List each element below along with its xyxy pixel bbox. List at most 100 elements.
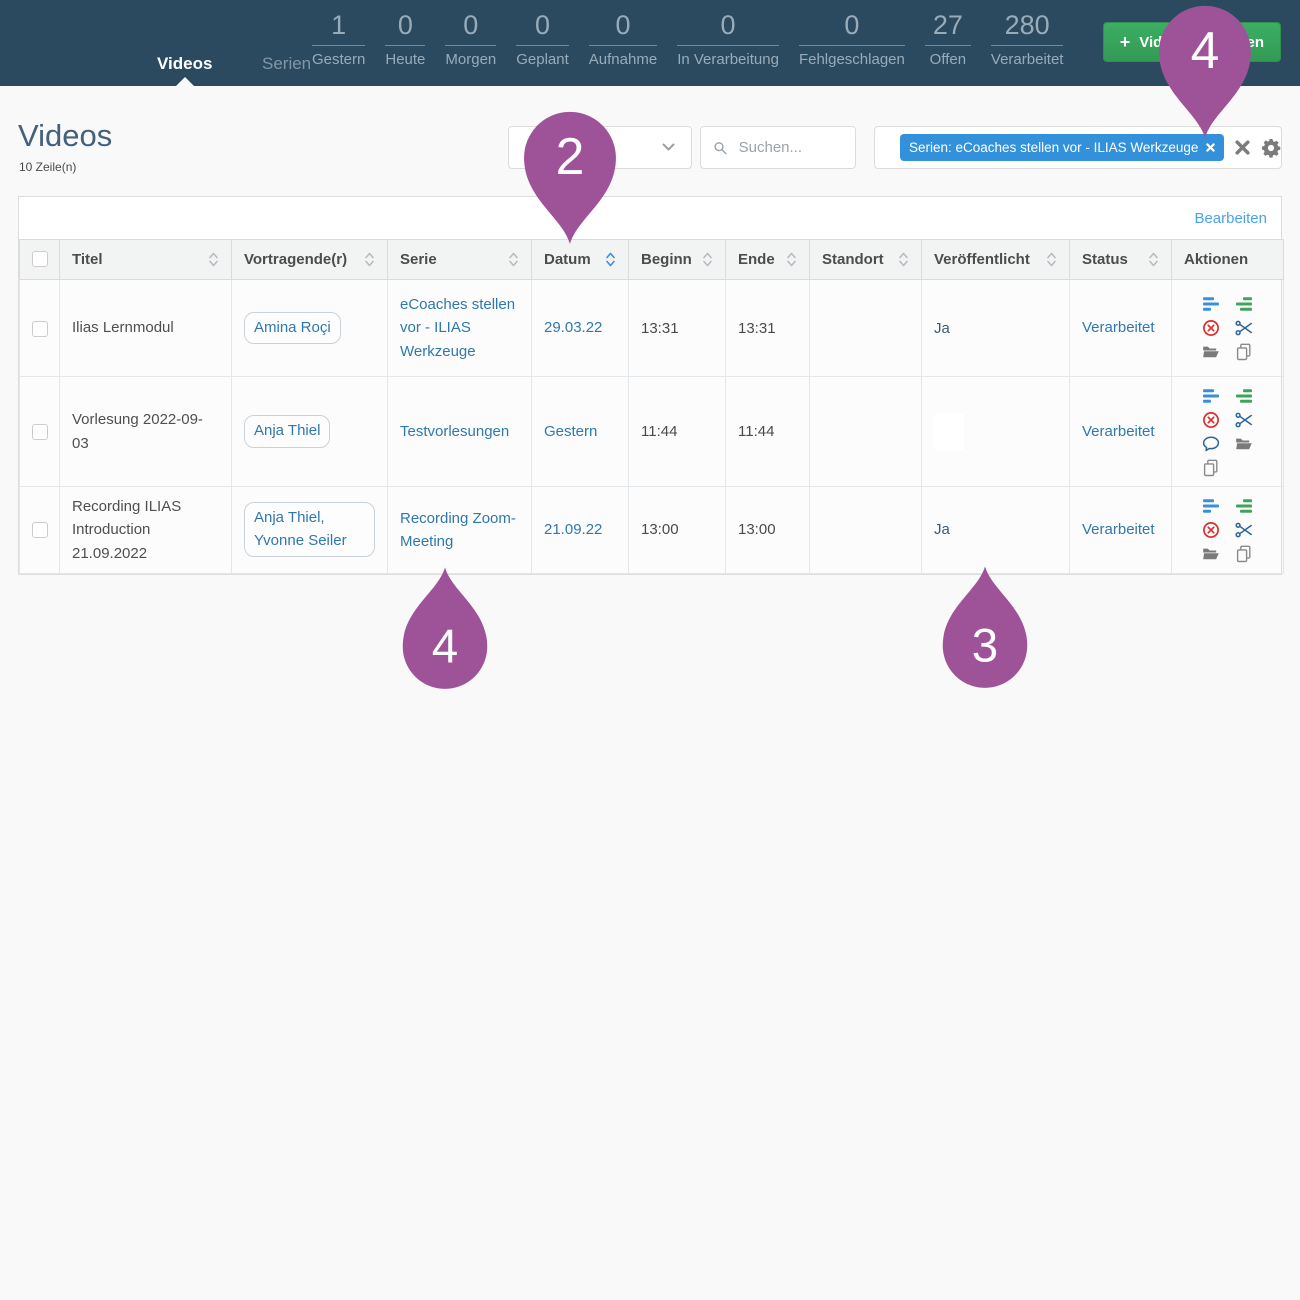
assets-folder-icon[interactable]	[1202, 545, 1220, 563]
nav-stat-in-verarbeitung[interactable]: 0In Verarbeitung	[677, 10, 779, 68]
sort-icon	[1046, 251, 1057, 268]
gear-icon[interactable]	[1261, 138, 1281, 158]
table-toolbar: Bearbeiten	[19, 197, 1281, 239]
edit-link[interactable]: Bearbeiten	[1194, 210, 1267, 227]
row-actions	[1184, 497, 1271, 563]
cut-icon[interactable]	[1235, 521, 1253, 539]
tab-videos-label: Videos	[157, 54, 212, 73]
column-header-veröffentlicht[interactable]: Veröffentlicht	[922, 240, 1070, 280]
stat-value: 27	[925, 10, 971, 46]
stat-value: 0	[677, 10, 779, 46]
marker-step-4-top: 4	[1157, 4, 1253, 138]
date-link[interactable]: Gestern	[544, 423, 597, 440]
sort-icon	[1148, 251, 1159, 268]
duplicate-icon[interactable]	[1202, 459, 1220, 477]
date-link[interactable]: 29.03.22	[544, 319, 602, 336]
nav-stats: 1Gestern0Heute0Morgen0Geplant0Aufnahme0I…	[312, 10, 1063, 68]
video-title: Recording ILIAS Introduction 21.09.2022	[72, 498, 181, 562]
sort-icon	[208, 251, 219, 268]
presenter-chip[interactable]: Anja Thiel	[244, 415, 330, 448]
nav-stat-fehlgeschlagen[interactable]: 0Fehlgeschlagen	[799, 10, 905, 68]
select-all-checkbox[interactable]	[32, 251, 48, 267]
nav-stat-gestern[interactable]: 1Gestern	[312, 10, 365, 68]
nav-stat-aufnahme[interactable]: 0Aufnahme	[589, 10, 657, 68]
column-header-beginn[interactable]: Beginn	[629, 240, 726, 280]
metadata-icon[interactable]	[1202, 387, 1220, 405]
status-link[interactable]: Verarbeitet	[1082, 423, 1155, 440]
stat-label: Aufnahme	[589, 46, 657, 68]
column-label: Standort	[822, 251, 884, 268]
stat-value: 0	[385, 10, 425, 46]
row-actions	[1184, 295, 1271, 361]
column-header-standort[interactable]: Standort	[810, 240, 922, 280]
remove-filter-icon[interactable]	[1206, 143, 1215, 152]
status-link[interactable]: Verarbeitet	[1082, 319, 1155, 336]
row-count: 10 Zeile(n)	[19, 160, 76, 174]
column-label: Ende	[738, 251, 775, 268]
publications-icon[interactable]	[1235, 387, 1253, 405]
sort-icon	[605, 251, 616, 268]
table-row: Vorlesung 2022-09-03Anja ThielTestvorles…	[20, 377, 1284, 487]
start-time: 11:44	[641, 423, 677, 440]
assets-folder-icon[interactable]	[1235, 435, 1253, 453]
marker-step-3-bottom: 3	[941, 566, 1029, 690]
publications-icon[interactable]	[1235, 295, 1253, 313]
tab-videos[interactable]: Videos	[157, 54, 212, 74]
column-label: Veröffentlicht	[934, 251, 1030, 268]
row-checkbox[interactable]	[32, 321, 48, 337]
duplicate-icon[interactable]	[1235, 545, 1253, 563]
column-header-status[interactable]: Status	[1070, 240, 1172, 280]
tab-serien[interactable]: Serien	[262, 54, 311, 74]
active-filter-chip[interactable]: Serien: eCoaches stellen vor - ILIAS Wer…	[900, 134, 1224, 161]
row-checkbox[interactable]	[32, 522, 48, 538]
marker-step-2: 2	[522, 110, 618, 244]
column-header-vortragende-r[interactable]: Vortragende(r)	[232, 240, 388, 280]
assets-folder-icon[interactable]	[1202, 343, 1220, 361]
delete-icon[interactable]	[1202, 521, 1220, 539]
chevron-down-icon	[662, 143, 675, 152]
column-header-serie[interactable]: Serie	[388, 240, 532, 280]
start-time: 13:31	[641, 320, 679, 337]
nav-stat-morgen[interactable]: 0Morgen	[445, 10, 496, 68]
series-link[interactable]: Testvorlesungen	[400, 423, 509, 440]
stat-value: 1	[312, 10, 365, 46]
stat-label: Morgen	[445, 46, 496, 68]
publications-icon[interactable]	[1235, 497, 1253, 515]
video-title: Ilias Lernmodul	[72, 319, 174, 336]
delete-icon[interactable]	[1202, 411, 1220, 429]
cut-icon[interactable]	[1235, 319, 1253, 337]
nav-stat-geplant[interactable]: 0Geplant	[516, 10, 569, 68]
clear-all-filters-icon[interactable]	[1235, 140, 1250, 155]
series-link[interactable]: eCoaches stellen vor - ILIAS Werkzeuge	[400, 296, 515, 360]
table-header-row: TitelVortragende(r)SerieDatumBeginn Ende S…	[20, 240, 1284, 280]
cut-icon[interactable]	[1235, 411, 1253, 429]
published-value: Ja	[934, 521, 950, 538]
svg-text:2: 2	[556, 127, 585, 185]
duplicate-icon[interactable]	[1235, 343, 1253, 361]
active-tab-pointer	[176, 77, 194, 86]
metadata-icon[interactable]	[1202, 497, 1220, 515]
series-link[interactable]: Recording Zoom-Meeting	[400, 510, 516, 550]
row-actions	[1184, 387, 1271, 477]
presenter-chip[interactable]: Anja Thiel, Yvonne Seiler	[244, 502, 375, 557]
date-link[interactable]: 21.09.22	[544, 521, 602, 538]
delete-icon[interactable]	[1202, 319, 1220, 337]
presenter-chip[interactable]: Amina Roçi	[244, 312, 341, 345]
row-checkbox[interactable]	[32, 424, 48, 440]
stat-label: Verarbeitet	[991, 46, 1064, 68]
column-header-select	[20, 240, 60, 280]
end-time: 13:31	[738, 320, 776, 337]
column-header-ende[interactable]: Ende	[726, 240, 810, 280]
active-filter-label: Serien: eCoaches stellen vor - ILIAS Wer…	[909, 140, 1198, 155]
nav-stat-verarbeitet[interactable]: 280Verarbeitet	[991, 10, 1064, 68]
search-input[interactable]	[737, 138, 843, 157]
column-header-titel[interactable]: Titel	[60, 240, 232, 280]
comment-icon[interactable]	[1202, 435, 1220, 453]
column-header-datum[interactable]: Datum	[532, 240, 629, 280]
nav-stat-heute[interactable]: 0Heute	[385, 10, 425, 68]
nav-stat-offen[interactable]: 27Offen	[925, 10, 971, 68]
status-link[interactable]: Verarbeitet	[1082, 521, 1155, 538]
sort-icon	[702, 251, 713, 268]
metadata-icon[interactable]	[1202, 295, 1220, 313]
stat-label: In Verarbeitung	[677, 46, 779, 68]
